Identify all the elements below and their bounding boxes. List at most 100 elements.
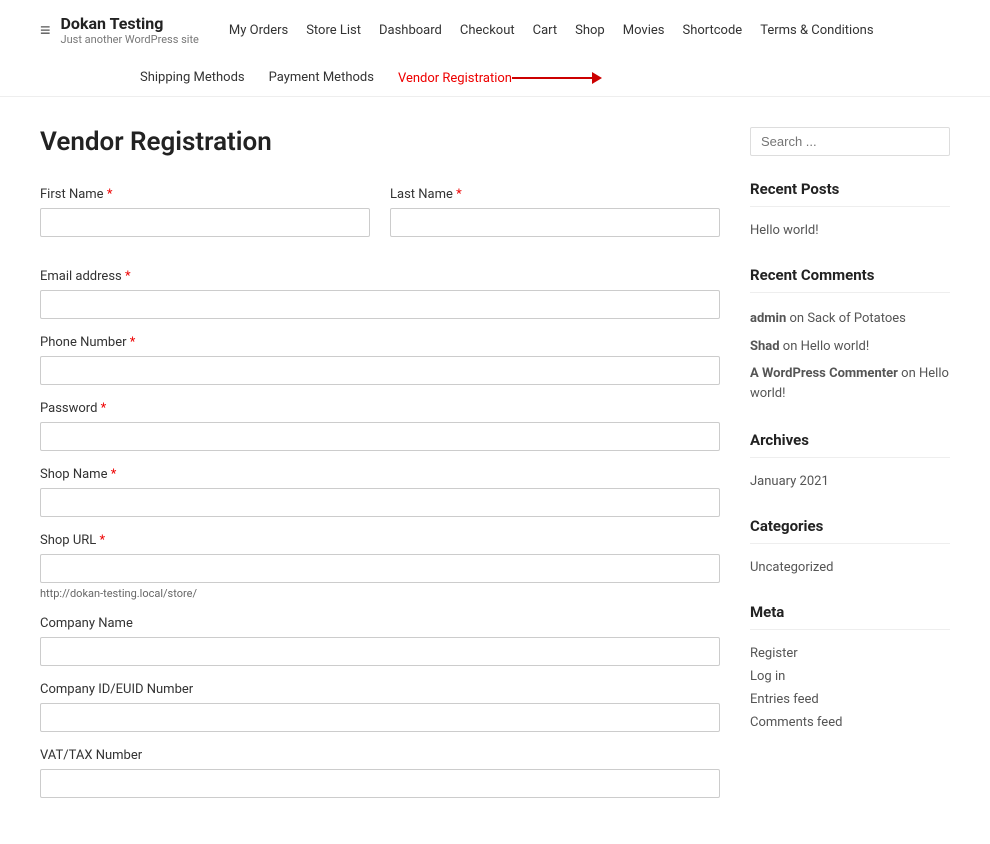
meta-list: Register Log in Entries feed Comments fe… (750, 642, 950, 734)
company-name-group: Company Name (40, 616, 720, 666)
email-input[interactable] (40, 290, 720, 319)
archive-jan-2021[interactable]: January 2021 (750, 474, 829, 489)
nav-shop[interactable]: Shop (575, 23, 605, 38)
first-name-label: First Name * (40, 187, 370, 202)
page-wrapper: Vendor Registration First Name * Last Na… (0, 97, 990, 844)
site-branding: ≡ Dokan Testing Just another WordPress s… (40, 14, 199, 46)
nav-my-orders[interactable]: My Orders (229, 23, 288, 38)
categories-widget: Categories Uncategorized (750, 517, 950, 579)
subnav-payment-methods[interactable]: Payment Methods (269, 70, 374, 86)
password-required: * (101, 401, 107, 416)
shop-url-input[interactable] (40, 554, 720, 583)
comment-item-2: Shad on Hello world! (750, 333, 950, 361)
nav-store-list[interactable]: Store List (306, 23, 361, 38)
comment-on-3: on (901, 366, 919, 381)
list-item: Uncategorized (750, 556, 950, 579)
company-id-group: Company ID/EUID Number (40, 682, 720, 732)
nav-terms[interactable]: Terms & Conditions (760, 23, 873, 38)
comment-link-2: Hello world! (801, 339, 870, 354)
shop-name-input[interactable] (40, 488, 720, 517)
nav-movies[interactable]: Movies (623, 23, 665, 38)
categories-title: Categories (750, 517, 950, 544)
first-name-group: First Name * (40, 187, 370, 237)
main-nav: My Orders Store List Dashboard Checkout … (229, 23, 874, 38)
phone-group: Phone Number * (40, 335, 720, 385)
arrow-head (592, 72, 602, 84)
meta-log-in[interactable]: Log in (750, 669, 785, 684)
comment-on-1: on (790, 311, 808, 326)
list-item: Entries feed (750, 688, 950, 711)
password-label: Password * (40, 401, 720, 416)
subnav-vendor-registration[interactable]: Vendor Registration (398, 71, 512, 86)
comment-item-1: admin on Sack of Potatoes (750, 305, 950, 333)
comment-item-3: A WordPress Commenter on Hello world! (750, 360, 950, 407)
recent-comments-widget: Recent Comments admin on Sack of Potatoe… (750, 266, 950, 407)
last-name-label: Last Name * (390, 187, 720, 202)
recent-post-hello-world[interactable]: Hello world! (750, 223, 819, 238)
header-top: ≡ Dokan Testing Just another WordPress s… (40, 0, 950, 60)
page-title: Vendor Registration (40, 127, 720, 157)
name-row: First Name * Last Name * (40, 187, 720, 253)
shop-name-group: Shop Name * (40, 467, 720, 517)
list-item: Comments feed (750, 711, 950, 734)
recent-posts-widget: Recent Posts Hello world! (750, 180, 950, 242)
first-name-required: * (107, 187, 113, 202)
hamburger-icon[interactable]: ≡ (40, 20, 51, 41)
nav-cart[interactable]: Cart (533, 23, 558, 38)
password-group: Password * (40, 401, 720, 451)
recent-posts-list: Hello world! (750, 219, 950, 242)
list-item: Register (750, 642, 950, 665)
shop-url-required: * (100, 533, 106, 548)
search-input[interactable] (750, 127, 950, 156)
list-item: Hello world! (750, 219, 950, 242)
site-identity: Dokan Testing Just another WordPress sit… (61, 14, 199, 46)
shop-url-hint: http://dokan-testing.local/store/ (40, 587, 720, 600)
comment-author-2: Shad (750, 339, 780, 354)
comment-on-2: on (783, 339, 801, 354)
arrow-line (512, 77, 592, 79)
main-content: Vendor Registration First Name * Last Na… (40, 127, 720, 814)
recent-comments-title: Recent Comments (750, 266, 950, 293)
phone-input[interactable] (40, 356, 720, 385)
meta-entries-feed[interactable]: Entries feed (750, 692, 819, 707)
comment-post-link-2[interactable]: Hello world! (801, 339, 870, 354)
password-input[interactable] (40, 422, 720, 451)
shop-name-required: * (111, 467, 117, 482)
first-name-input[interactable] (40, 208, 370, 237)
shop-url-label: Shop URL * (40, 533, 720, 548)
email-label: Email address * (40, 269, 720, 284)
comment-post-link-1[interactable]: Sack of Potatoes (807, 311, 906, 326)
meta-title: Meta (750, 603, 950, 630)
last-name-input[interactable] (390, 208, 720, 237)
meta-register[interactable]: Register (750, 646, 798, 661)
shop-url-group: Shop URL * http://dokan-testing.local/st… (40, 533, 720, 600)
subnav-shipping-methods[interactable]: Shipping Methods (140, 70, 245, 86)
category-uncategorized[interactable]: Uncategorized (750, 560, 833, 575)
site-description: Just another WordPress site (61, 33, 199, 46)
vat-input[interactable] (40, 769, 720, 798)
archives-widget: Archives January 2021 (750, 431, 950, 493)
company-name-label: Company Name (40, 616, 720, 631)
phone-required: * (130, 335, 136, 350)
archives-title: Archives (750, 431, 950, 458)
site-title: Dokan Testing (61, 14, 199, 33)
last-name-required: * (456, 187, 462, 202)
company-name-input[interactable] (40, 637, 720, 666)
search-widget (750, 127, 950, 156)
vendor-registration-form: First Name * Last Name * Email address (40, 187, 720, 798)
nav-shortcode[interactable]: Shortcode (682, 23, 742, 38)
meta-widget: Meta Register Log in Entries feed Commen… (750, 603, 950, 734)
comment-author-1: admin (750, 311, 786, 326)
site-header: ≡ Dokan Testing Just another WordPress s… (0, 0, 990, 97)
sidebar: Recent Posts Hello world! Recent Comment… (750, 127, 950, 814)
email-required: * (125, 269, 131, 284)
nav-dashboard[interactable]: Dashboard (379, 23, 442, 38)
nav-checkout[interactable]: Checkout (460, 23, 515, 38)
comment-author-3: A WordPress Commenter (750, 366, 898, 381)
recent-posts-title: Recent Posts (750, 180, 950, 207)
comment-link-1: Sack of Potatoes (807, 311, 906, 326)
last-name-group: Last Name * (390, 187, 720, 237)
categories-list: Uncategorized (750, 556, 950, 579)
header-bottom: Shipping Methods Payment Methods Vendor … (140, 60, 950, 96)
phone-label: Phone Number * (40, 335, 720, 350)
